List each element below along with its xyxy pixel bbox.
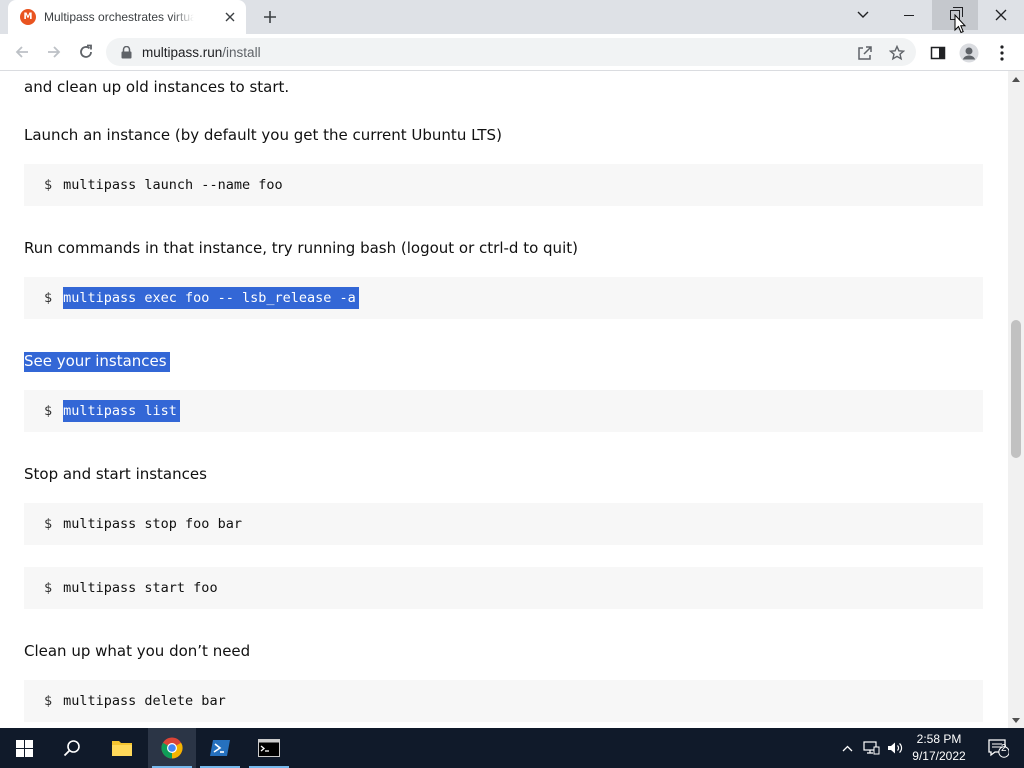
code-block-start: $ multipass start foo xyxy=(24,567,983,609)
prompt-symbol: $ xyxy=(44,403,53,419)
chevron-up-icon xyxy=(842,745,852,751)
clock-date: 9/17/2022 xyxy=(912,749,966,763)
command-text: multipass stop foo bar xyxy=(63,516,242,532)
browser-tab[interactable]: M Multipass orchestrates virtual Ubuntu … xyxy=(8,0,246,34)
scroll-down-icon[interactable] xyxy=(1008,712,1024,728)
chevron-down-icon xyxy=(857,11,869,18)
browser-toolbar: multipass.run/install xyxy=(0,34,1024,71)
start-icon xyxy=(15,739,33,757)
prompt-symbol: $ xyxy=(44,290,53,306)
address-bar[interactable]: multipass.run/install xyxy=(106,38,916,66)
chrome-icon xyxy=(161,737,183,759)
tab-title: Multipass orchestrates virtual Ubuntu in… xyxy=(44,10,194,24)
code-block-exec: $ multipass exec foo -- lsb_release -a xyxy=(24,277,983,319)
reload-button[interactable] xyxy=(72,38,100,66)
url-host: multipass.run xyxy=(142,44,223,60)
kebab-menu-icon[interactable] xyxy=(991,42,1013,64)
close-window-button[interactable] xyxy=(978,0,1024,30)
tab-search-button[interactable] xyxy=(840,0,886,30)
speaker-icon xyxy=(888,742,903,754)
network-status[interactable] xyxy=(860,728,882,768)
arrow-right-icon xyxy=(48,46,61,58)
terminal-icon xyxy=(258,739,280,757)
share-icon[interactable] xyxy=(856,44,874,62)
clock-time: 2:58 PM xyxy=(916,732,962,746)
new-tab-button[interactable] xyxy=(258,5,282,29)
title-bar: M Multipass orchestrates virtual Ubuntu … xyxy=(0,0,1024,34)
prompt-symbol: $ xyxy=(44,580,53,596)
file-explorer-icon xyxy=(112,741,132,756)
start-button[interactable] xyxy=(0,728,48,768)
back-button[interactable] xyxy=(8,38,36,66)
taskbar-search-button[interactable] xyxy=(48,728,96,768)
prompt-symbol: $ xyxy=(44,516,53,532)
lock-icon xyxy=(118,44,134,60)
command-text-selected: multipass exec foo -- lsb_release -a xyxy=(63,287,359,309)
section-stop-start-text: Stop and start instances xyxy=(24,465,207,483)
minimize-icon xyxy=(904,14,914,16)
taskbar-powershell[interactable] xyxy=(196,728,244,768)
section-cleanup-text: Clean up what you don’t need xyxy=(24,642,251,660)
intro-paragraph: and clean up old instances to start. xyxy=(24,78,290,96)
page-viewport: and clean up old instances to start. Lau… xyxy=(0,71,1008,728)
command-text-selected: multipass list xyxy=(63,400,180,422)
tab-close-icon[interactable] xyxy=(222,9,238,25)
windows-taskbar: 2:58 PM 9/17/2022 2 xyxy=(0,728,1024,768)
taskbar-terminal[interactable] xyxy=(245,728,293,768)
powershell-icon xyxy=(210,740,230,756)
section-launch-text: Launch an instance (by default you get t… xyxy=(24,126,502,144)
scrollbar-thumb[interactable] xyxy=(1011,320,1021,458)
code-block-delete: $ multipass delete bar xyxy=(24,680,983,722)
code-block-list: $ multipass list xyxy=(24,390,983,432)
url-text: multipass.run/install xyxy=(142,45,261,60)
minimize-button[interactable] xyxy=(886,0,932,30)
side-panel-icon[interactable] xyxy=(927,42,949,64)
selected-text: See your instances xyxy=(24,352,170,372)
reload-icon xyxy=(80,44,92,58)
code-block-launch: $ multipass launch --name foo xyxy=(24,164,983,206)
taskbar-file-explorer[interactable] xyxy=(98,728,146,768)
forward-button[interactable] xyxy=(40,38,68,66)
bookmark-star-icon[interactable] xyxy=(888,44,906,62)
close-icon xyxy=(995,9,1007,21)
profile-avatar-icon[interactable] xyxy=(958,42,980,64)
vertical-scrollbar[interactable] xyxy=(1008,71,1024,728)
multipass-favicon-icon: M xyxy=(20,9,36,25)
prompt-symbol: $ xyxy=(44,693,53,709)
notification-center-button[interactable]: 2 xyxy=(978,728,1018,768)
command-text: multipass start foo xyxy=(63,580,218,596)
search-icon xyxy=(63,740,80,757)
mouse-cursor-icon xyxy=(954,14,966,34)
show-hidden-icons-button[interactable] xyxy=(838,728,856,768)
system-clock[interactable]: 2:58 PM 9/17/2022 xyxy=(908,731,970,765)
taskbar-chrome[interactable] xyxy=(148,728,196,768)
command-text: multipass delete bar xyxy=(63,693,226,709)
network-icon xyxy=(862,741,879,755)
scroll-up-icon[interactable] xyxy=(1008,71,1024,87)
section-exec-text: Run commands in that instance, try runni… xyxy=(24,239,578,257)
code-block-stop: $ multipass stop foo bar xyxy=(24,503,983,545)
volume-control[interactable] xyxy=(884,728,906,768)
url-path: /install xyxy=(222,44,261,60)
prompt-symbol: $ xyxy=(44,177,53,193)
notification-count-badge: 2 xyxy=(1001,743,1007,754)
section-list-text: See your instances xyxy=(24,352,170,372)
command-text: multipass launch --name foo xyxy=(63,177,283,193)
arrow-left-icon xyxy=(15,46,28,58)
